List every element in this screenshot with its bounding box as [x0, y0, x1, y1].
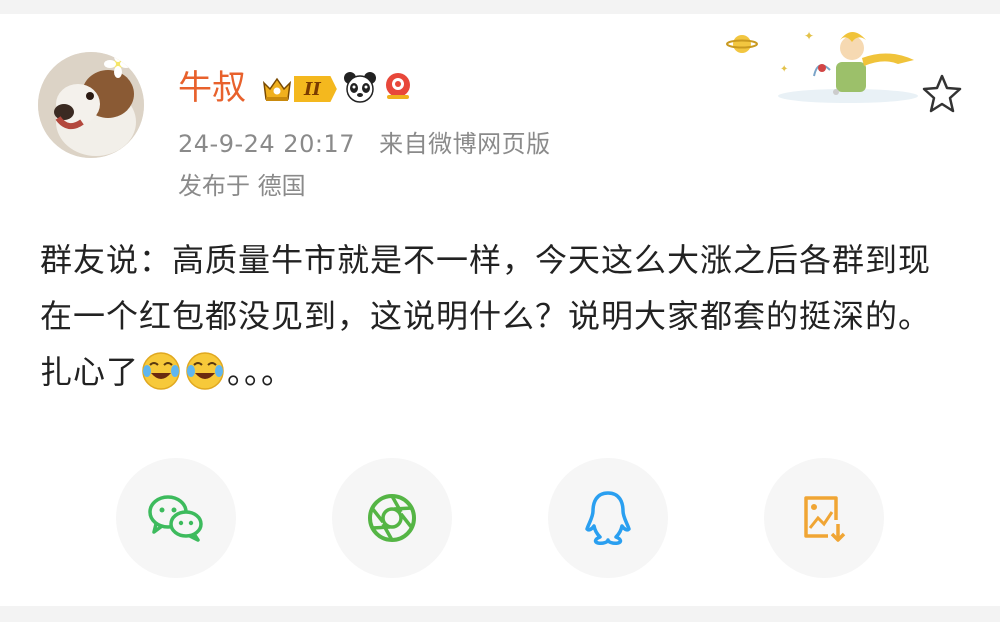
qq-icon — [585, 491, 631, 545]
little-prince-decoration: ✦ ✦ — [718, 18, 918, 108]
post-trailing-dots: 。。。 — [227, 353, 295, 391]
svg-text:✦: ✦ — [780, 64, 788, 75]
crown-icon — [262, 77, 292, 101]
share-moments-button[interactable] — [332, 458, 452, 578]
avatar[interactable] — [38, 52, 144, 158]
favorite-button[interactable] — [920, 72, 964, 116]
share-wechat-button[interactable] — [116, 458, 236, 578]
save-image-icon — [804, 496, 846, 542]
share-bar — [0, 458, 1000, 578]
star-icon — [922, 74, 962, 113]
red-badge[interactable] — [383, 71, 413, 107]
share-qq-button[interactable] — [548, 458, 668, 578]
post-source[interactable]: 来自微博网页版 — [379, 130, 551, 158]
post-meta: 24-9-24 20:17 来自微博网页版 — [178, 128, 551, 160]
bottom-divider — [0, 606, 1000, 622]
panda-icon — [343, 72, 376, 103]
post-location: 发布于 德国 — [178, 172, 306, 200]
svg-text:✦: ✦ — [804, 29, 814, 43]
wechat-icon — [148, 495, 203, 542]
bird-icon — [385, 73, 410, 99]
top-divider — [0, 0, 1000, 14]
crown-badge[interactable]: II — [262, 75, 337, 103]
dog-avatar-image — [38, 52, 144, 158]
post-content: 群友说：高质量牛市就是不一样，今天这么大涨之后各群到现在一个红包都没见到，这说明… — [40, 232, 960, 408]
laugh-cry-emoji-icon — [141, 351, 181, 408]
panda-badge[interactable] — [343, 71, 377, 107]
post-time: 24-9-24 20:17 — [178, 130, 355, 158]
moments-icon — [368, 494, 416, 542]
user-badges: II — [262, 72, 413, 106]
weibo-post-card: 牛叔 II ✦ ✦ 24-9-24 20:17 来自微博网页版 发布于 德国 群… — [0, 0, 1000, 622]
little-prince-illustration: ✦ ✦ — [726, 29, 918, 103]
level-tag: II — [294, 76, 337, 102]
laugh-cry-emoji-icon — [185, 351, 225, 408]
username[interactable]: 牛叔 — [178, 68, 246, 108]
save-image-button[interactable] — [764, 458, 884, 578]
